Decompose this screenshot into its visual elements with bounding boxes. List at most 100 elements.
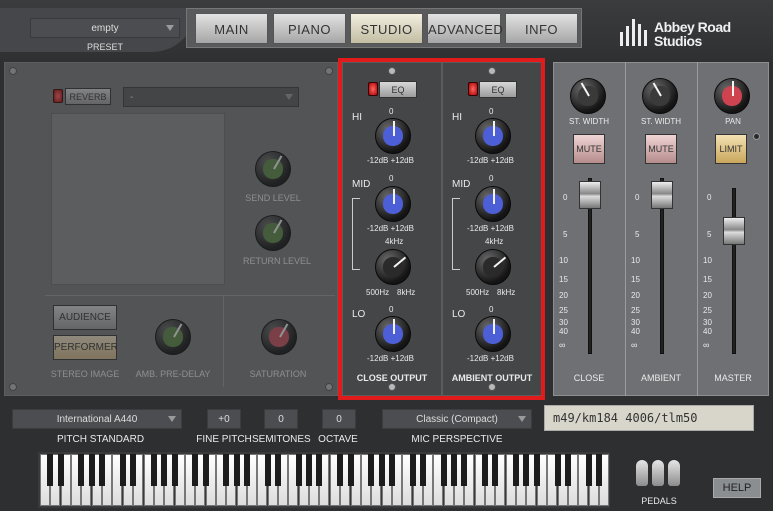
eq-button[interactable]: EQ [479,81,517,98]
piano-black-key[interactable] [119,454,126,486]
fader-handle[interactable] [651,181,673,209]
pan-knob[interactable] [714,78,750,114]
audience-button[interactable]: AUDIENCE [53,305,117,330]
eq-mid-plus: +12dB [390,224,414,233]
eq-hi-plus: +12dB [490,156,514,165]
chevron-down-icon [518,416,526,422]
eq-mid-knob[interactable] [375,186,411,222]
reverb-button[interactable]: REVERB [65,88,111,105]
fader-scale-25: 25 [631,306,640,315]
eq-button[interactable]: EQ [379,81,417,98]
octave-field[interactable]: 0 [322,409,356,429]
piano-black-key[interactable] [47,454,54,486]
stereo-image-label: STEREO IMAGE [50,369,120,379]
piano-black-key[interactable] [378,454,385,486]
mute-button[interactable]: MUTE [645,134,677,164]
eq-hi-knob[interactable] [475,118,511,154]
piano-black-key[interactable] [440,454,447,486]
eq-mid-label: MID [352,179,371,190]
piano-black-key[interactable] [264,454,271,486]
mic-perspective-select[interactable]: Classic (Compact) [382,409,532,429]
performer-button[interactable]: PERFORMER [53,335,118,360]
return-level-knob[interactable] [255,215,291,251]
piano-black-key[interactable] [533,454,540,486]
mic-perspective-value: Classic (Compact) [416,414,498,425]
piano-black-key[interactable] [513,454,520,486]
piano-black-key[interactable] [564,454,571,486]
eq-mid-bracket [352,198,360,270]
amb-pre-delay-knob[interactable] [155,319,191,355]
st-width-knob[interactable] [642,78,678,114]
mute-button[interactable]: MUTE [573,134,605,164]
piano-black-key[interactable] [275,454,282,486]
tab-piano[interactable]: PIANO [273,13,346,44]
piano-black-key[interactable] [78,454,85,486]
pitch-standard-label: PITCH STANDARD [57,434,145,445]
channel-name: CLOSE [573,373,605,383]
piano-black-key[interactable] [585,454,592,486]
piano-black-key[interactable] [306,454,313,486]
semitones-field[interactable]: 0 [264,409,298,429]
piano-black-key[interactable] [223,454,230,486]
eq-hi-minus: -12dB [367,156,389,165]
limit-button[interactable]: LIMIT [715,134,747,164]
eq-lo-knob[interactable] [375,316,411,352]
piano-black-key[interactable] [150,454,157,486]
piano-black-key[interactable] [161,454,168,486]
piano-black-key[interactable] [523,454,530,486]
tab-main[interactable]: MAIN [195,13,268,44]
eq-hi-plus: +12dB [390,156,414,165]
piano-black-key[interactable] [244,454,250,486]
piano-black-key[interactable] [595,454,602,486]
piano-black-key[interactable] [233,454,240,486]
piano-black-key[interactable] [554,454,561,486]
fader-handle[interactable] [579,181,601,209]
fader-scale-40: 40 [559,327,568,336]
fine-pitch-field[interactable]: +0 [207,409,241,429]
piano-black-key[interactable] [461,454,468,486]
piano-black-key[interactable] [409,454,416,486]
piano-black-key[interactable] [316,454,323,486]
piano-black-key[interactable] [88,454,95,486]
tab-studio[interactable]: STUDIO [350,13,423,44]
piano-black-key[interactable] [347,454,354,486]
limit-indicator-icon [753,133,760,140]
send-level-knob[interactable] [255,151,291,187]
piano-black-key[interactable] [57,454,64,486]
piano-black-key[interactable] [202,454,209,486]
st-width-label: ST. WIDTH [641,117,681,126]
eq-lo-knob[interactable] [475,316,511,352]
piano-black-key[interactable] [192,454,199,486]
piano-black-key[interactable] [368,454,375,486]
piano-black-key[interactable] [419,454,426,486]
preset-select[interactable]: empty [30,18,180,38]
eq-hi-knob[interactable] [375,118,411,154]
piano-black-key[interactable] [130,454,137,486]
piano-black-key[interactable] [295,454,302,486]
eq-mid-knob[interactable] [475,186,511,222]
fader-handle[interactable] [723,217,745,245]
eq-mid-zero: 0 [489,174,494,183]
help-button[interactable]: HELP [713,478,761,498]
eq-lo-range: -12dB +12dB [367,354,414,363]
piano-black-key[interactable] [451,454,457,486]
piano-black-key[interactable] [171,454,178,486]
piano-black-key[interactable] [388,454,395,486]
tab-info[interactable]: INFO [505,13,578,44]
eq-freq-knob[interactable] [375,249,411,285]
fader-scale-5: 5 [563,230,568,239]
reverb-divider-h [45,295,335,296]
piano-black-key[interactable] [99,454,106,486]
piano-black-key[interactable] [492,454,499,486]
amb-pre-delay-label: AMB. PRE-DELAY [135,369,211,379]
piano-black-key[interactable] [482,454,489,486]
piano-black-key[interactable] [337,454,344,486]
reverb-select[interactable]: - [123,87,299,107]
st-width-knob[interactable] [570,78,606,114]
tab-advanced[interactable]: ADVANCED [427,13,503,44]
eq-freq-knob[interactable] [475,249,511,285]
saturation-knob[interactable] [261,319,297,355]
pedals-icon[interactable] [634,460,684,490]
pitch-standard-select[interactable]: International A440 [12,409,182,429]
eq-freq-left: 500Hz [366,288,390,297]
